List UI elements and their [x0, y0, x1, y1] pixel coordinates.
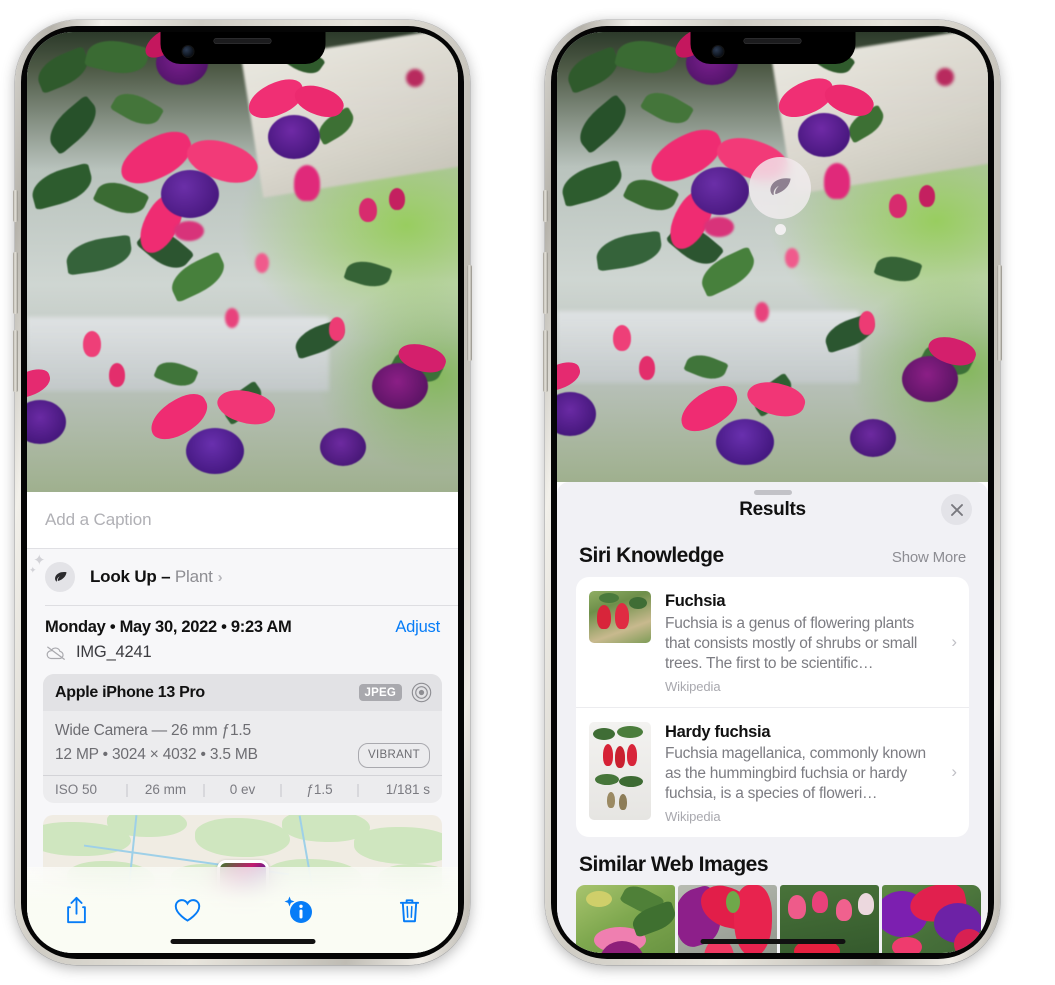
- stat-ev: 0 ev: [229, 781, 256, 797]
- look-up-label: Look Up – Plant ›: [90, 567, 223, 587]
- similar-image-thumb[interactable]: [882, 885, 981, 953]
- power-button[interactable]: [467, 265, 472, 361]
- exif-body: Wide Camera — 26 mm ƒ1.5 12 MP • 3024 × …: [43, 711, 442, 775]
- result-source: Wikipedia: [665, 678, 721, 694]
- stat-divider: |: [202, 781, 206, 797]
- mute-switch[interactable]: [543, 190, 548, 222]
- exif-header: Apple iPhone 13 Pro JPEG: [43, 674, 442, 711]
- screenshot-stage: Add a Caption ✦ ✦ Look Up – Plant › Mond…: [0, 0, 1055, 985]
- front-camera-icon: [712, 46, 723, 57]
- stat-focal: 26 mm: [144, 781, 187, 797]
- style-badge: VIBRANT: [358, 743, 430, 768]
- stat-divider: |: [356, 781, 360, 797]
- target-circles-icon: [411, 682, 432, 703]
- heart-icon[interactable]: [164, 890, 210, 930]
- result-thumbnail: [589, 591, 651, 643]
- leaf-icon: ✦ ✦: [29, 553, 75, 592]
- result-thumbnail: [589, 721, 651, 820]
- show-more-button[interactable]: Show More: [892, 549, 966, 566]
- caption-field-row[interactable]: Add a Caption: [27, 492, 458, 549]
- front-camera-icon: [182, 46, 193, 57]
- list-item[interactable]: Hardy fuchsia Fuchsia magellanica, commo…: [576, 706, 969, 838]
- lens-info: Wide Camera — 26 mm ƒ1.5: [55, 722, 251, 739]
- chevron-right-icon: ›: [217, 569, 223, 586]
- filename-row: IMG_4241: [27, 639, 458, 672]
- volume-down-button[interactable]: [13, 330, 18, 392]
- results-title: Results: [739, 499, 806, 520]
- device-name: Apple iPhone 13 Pro: [55, 683, 205, 701]
- stat-divider: |: [125, 781, 129, 797]
- result-text: Fuchsia Fuchsia is a genus of flowering …: [665, 591, 956, 694]
- stat-divider: |: [279, 781, 283, 797]
- adjust-button[interactable]: Adjust: [395, 618, 440, 637]
- volume-up-button[interactable]: [543, 252, 548, 314]
- result-title: Fuchsia: [665, 592, 726, 610]
- chevron-right-icon: ›: [951, 631, 957, 651]
- phone-screen-right: Results Siri Knowledge Show More Fuchsia…: [557, 32, 988, 953]
- stat-iso: ISO 50: [55, 781, 98, 797]
- result-text: Hardy fuchsia Fuchsia magellanica, commo…: [665, 722, 956, 825]
- photo-date: Monday • May 30, 2022 • 9:23 AM: [45, 618, 292, 636]
- chevron-right-icon: ›: [951, 762, 957, 782]
- photo-viewer[interactable]: [27, 32, 458, 492]
- look-up-title: Look Up –: [90, 567, 175, 586]
- size-info: 12 MP • 3024 × 4032 • 3.5 MB: [55, 746, 258, 764]
- similar-web-images-title: Similar Web Images: [579, 853, 769, 877]
- size-info-row: 12 MP • 3024 × 4032 • 3.5 MB VIBRANT: [55, 743, 430, 768]
- notch: [160, 32, 325, 64]
- close-icon[interactable]: [941, 494, 972, 525]
- visual-lookup-badge[interactable]: [749, 157, 811, 235]
- power-button[interactable]: [997, 265, 1002, 361]
- results-header: Results: [557, 482, 988, 538]
- exif-header-badges: JPEG: [358, 682, 432, 703]
- earpiece-speaker: [213, 38, 272, 44]
- exif-card[interactable]: Apple iPhone 13 Pro JPEG Wide Camera — 2…: [43, 674, 442, 803]
- iphone-right: Results Siri Knowledge Show More Fuchsia…: [543, 20, 1002, 965]
- result-title: Hardy fuchsia: [665, 722, 771, 741]
- list-item[interactable]: Fuchsia Fuchsia is a genus of flowering …: [576, 577, 969, 707]
- cloud-slash-icon: [46, 645, 65, 660]
- home-indicator[interactable]: [170, 939, 315, 944]
- siri-knowledge-header: Siri Knowledge Show More: [557, 538, 988, 577]
- info-sparkle-icon[interactable]: [275, 890, 321, 930]
- divider: [45, 604, 458, 605]
- result-source: Wikipedia: [665, 809, 721, 825]
- look-up-row[interactable]: ✦ ✦ Look Up – Plant ›: [27, 549, 458, 605]
- results-sheet: Results Siri Knowledge Show More Fuchsia…: [557, 482, 988, 953]
- home-indicator[interactable]: [700, 939, 845, 944]
- look-up-subject: Plant: [174, 567, 213, 586]
- exif-stats: ISO 50 | 26 mm | 0 ev | ƒ1.5 | 1/181 s: [43, 774, 442, 803]
- siri-knowledge-card: Fuchsia Fuchsia is a genus of flowering …: [576, 577, 969, 838]
- caption-input[interactable]: Add a Caption: [45, 510, 152, 530]
- result-description: Fuchsia magellanica, commonly known as t…: [665, 745, 926, 803]
- photo-viewer[interactable]: [557, 32, 988, 482]
- iphone-left: Add a Caption ✦ ✦ Look Up – Plant › Mond…: [13, 20, 472, 965]
- format-badge: JPEG: [358, 684, 402, 701]
- photo-info-panel: Add a Caption ✦ ✦ Look Up – Plant › Mond…: [27, 492, 458, 953]
- volume-down-button[interactable]: [543, 330, 548, 392]
- phone-screen-left: Add a Caption ✦ ✦ Look Up – Plant › Mond…: [27, 32, 458, 953]
- badge-pointer-dot: [775, 224, 786, 235]
- volume-up-button[interactable]: [13, 252, 18, 314]
- share-icon[interactable]: [53, 890, 99, 930]
- photo-filename: IMG_4241: [76, 643, 152, 661]
- result-description: Fuchsia is a genus of flowering plants t…: [665, 614, 918, 672]
- stat-shutter: 1/181 s: [385, 781, 430, 797]
- notch: [690, 32, 855, 64]
- similar-image-thumb[interactable]: [576, 885, 675, 953]
- sparkle-small-icon: ✦: [29, 565, 37, 575]
- leaf-icon: [770, 178, 791, 196]
- earpiece-speaker: [743, 38, 802, 44]
- trash-icon[interactable]: [386, 890, 432, 930]
- mute-switch[interactable]: [13, 190, 18, 222]
- stat-aperture: ƒ1.5: [306, 781, 333, 797]
- siri-knowledge-title: Siri Knowledge: [579, 544, 724, 567]
- photo-date-row: Monday • May 30, 2022 • 9:23 AM Adjust: [27, 605, 458, 639]
